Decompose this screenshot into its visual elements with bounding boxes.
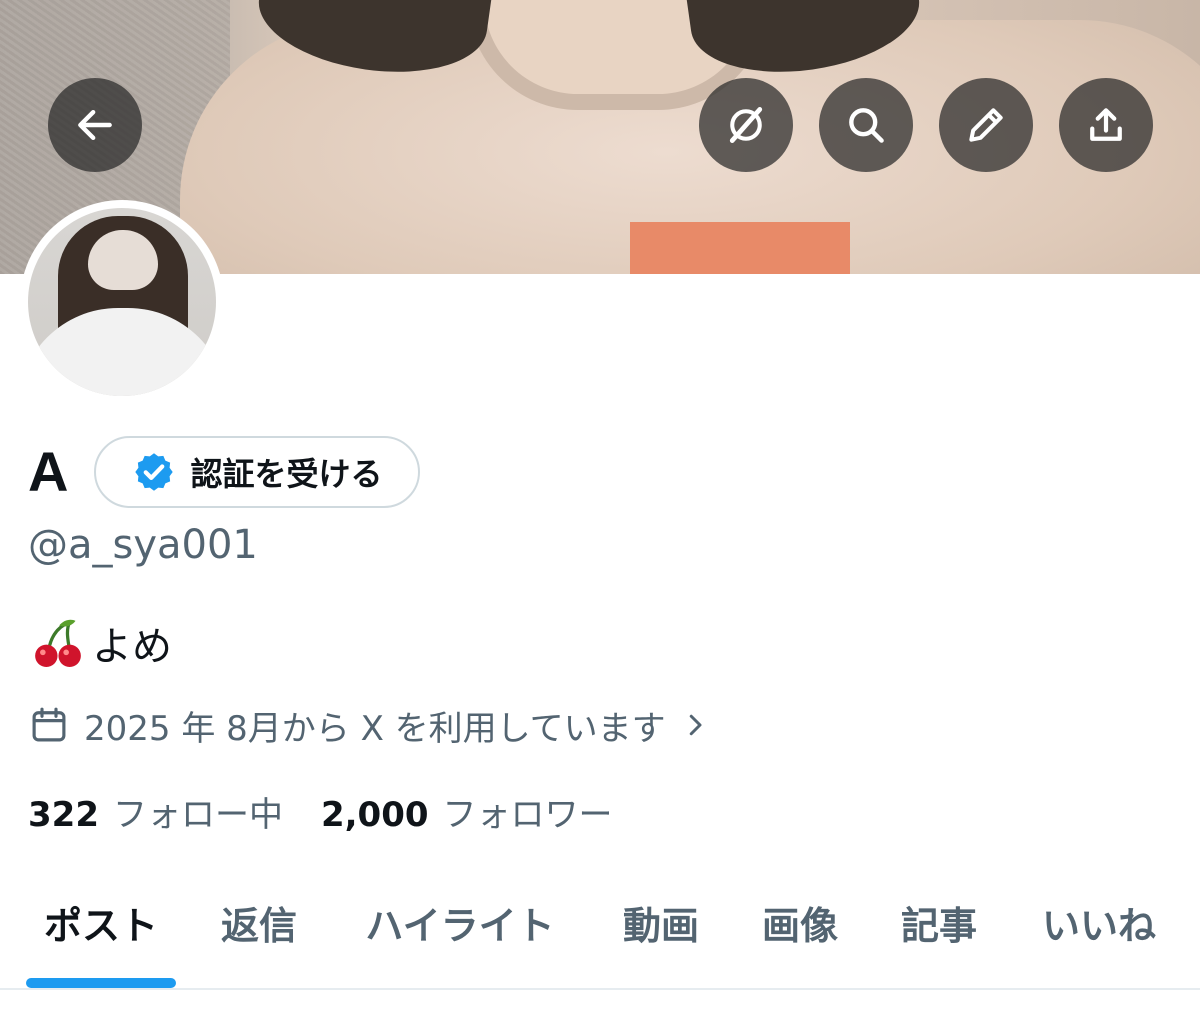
followers-link[interactable]: 2,000 フォロワー: [321, 787, 613, 836]
avatar[interactable]: [20, 200, 224, 404]
tab-replies[interactable]: 返信: [205, 872, 313, 972]
chevron-right-icon: [689, 714, 702, 736]
grok-button[interactable]: [699, 78, 793, 172]
tab-articles[interactable]: 記事: [884, 872, 994, 972]
profile-tabs: ポスト 返信 ハイライト 動画 画像 記事 いいね: [0, 872, 1200, 990]
display-name: A: [28, 440, 69, 503]
followers-label: フォロワー: [442, 794, 613, 835]
share-button[interactable]: [1059, 78, 1153, 172]
active-tab-indicator: [26, 978, 176, 988]
banner-shirt-print: [630, 222, 850, 274]
bio-text: よめ: [92, 624, 172, 670]
verified-badge-icon: [135, 453, 174, 491]
bio: よめ: [30, 615, 172, 671]
cherries-emoji: [35, 619, 81, 668]
following-label: フォロー中: [112, 794, 283, 835]
profile-page: A 認証を受ける @a_sya001 よめ 2025 年 8月から X を利用し…: [0, 0, 1200, 1028]
calendar-icon: [32, 707, 66, 742]
edit-button[interactable]: [939, 78, 1033, 172]
following-count: 322: [28, 794, 99, 835]
pencil-icon: [969, 108, 1003, 142]
join-date-text: 2025 年 8月から X を利用しています: [84, 708, 666, 749]
tab-images[interactable]: 画像: [745, 872, 855, 972]
tab-videos[interactable]: 動画: [606, 872, 716, 972]
followers-count: 2,000: [320, 794, 429, 835]
grok-icon: [729, 107, 763, 143]
user-handle: @a_sya001: [28, 522, 258, 568]
avatar-image: [28, 208, 216, 396]
name-row: A 認証を受ける: [28, 436, 421, 508]
share-icon: [1090, 108, 1122, 141]
search-button[interactable]: [819, 78, 913, 172]
back-button[interactable]: [48, 78, 142, 172]
tab-likes[interactable]: いいね: [1024, 872, 1174, 972]
join-date-link[interactable]: 2025 年 8月から X を利用しています: [28, 700, 710, 750]
follow-stats: 322 フォロー中 2,000 フォロワー: [28, 784, 651, 838]
tab-posts[interactable]: ポスト: [26, 872, 176, 972]
get-verified-button[interactable]: 認証を受ける: [94, 436, 421, 508]
following-link[interactable]: 322 フォロー中: [28, 787, 283, 836]
search-icon: [849, 108, 884, 143]
avatar-face: [88, 230, 158, 290]
arrow-left-icon: [78, 109, 112, 141]
get-verified-label: 認証を受ける: [190, 455, 383, 493]
tab-highlights[interactable]: ハイライト: [340, 872, 580, 972]
